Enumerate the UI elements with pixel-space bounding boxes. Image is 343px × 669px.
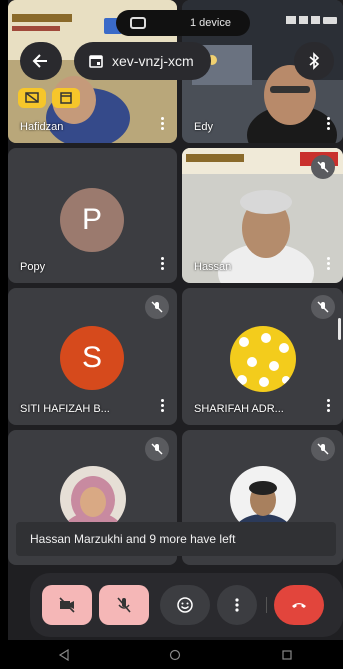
system-status-icons — [286, 16, 337, 24]
participant-name: SHARIFAH ADR... — [194, 403, 284, 415]
meet-screen: 1 device Hafidzan Edy P Popy Hassan S SI… — [8, 0, 343, 669]
avatar — [230, 326, 296, 392]
mic-muted-badge — [311, 295, 335, 319]
avatar: S — [60, 326, 124, 390]
floral-avatar-image — [237, 333, 290, 387]
participant-name: Popy — [20, 261, 46, 273]
calendar-icon — [89, 55, 103, 68]
more-options-icon[interactable] — [327, 117, 331, 131]
more-options-icon[interactable] — [161, 399, 165, 413]
battery-icon — [323, 16, 337, 24]
nav-back-icon[interactable] — [58, 648, 70, 661]
reactions-button[interactable] — [160, 585, 210, 625]
mic-muted-badge — [311, 155, 335, 179]
audio-output-button[interactable] — [294, 42, 334, 80]
more-options-icon[interactable] — [327, 257, 331, 271]
cast-icon — [130, 17, 146, 29]
toast-message: Hassan Marzukhi and 9 more have left — [30, 532, 236, 546]
meeting-code-pill[interactable]: xev-vnzj-xcm — [74, 42, 211, 80]
hang-up-icon — [292, 603, 306, 608]
mic-off-icon — [317, 161, 329, 173]
more-options-button[interactable] — [217, 585, 257, 625]
window-icon — [52, 88, 80, 108]
participant-name: SITI HAFIZAH B... — [20, 403, 110, 415]
signal-icon — [286, 16, 296, 24]
scrollbar[interactable] — [338, 318, 341, 340]
participant-tile-hassan[interactable]: Hassan — [182, 148, 343, 283]
wifi-icon — [311, 16, 320, 24]
status-bar: 1 device — [8, 0, 343, 40]
call-controls-bar — [30, 573, 343, 637]
meeting-code: xev-vnzj-xcm — [112, 53, 194, 69]
camera-toggle-button[interactable] — [42, 585, 92, 625]
mic-muted-badge — [145, 437, 169, 461]
nav-recents-icon[interactable] — [281, 649, 293, 661]
participant-name: Hassan — [194, 261, 232, 273]
connected-devices-pill[interactable]: 1 device — [116, 10, 250, 36]
emoji-icon — [177, 597, 193, 613]
more-options-icon[interactable] — [327, 399, 331, 413]
avatar-initial: P — [81, 203, 102, 236]
arrow-left-icon — [32, 54, 47, 68]
more-options-icon[interactable] — [161, 117, 165, 131]
back-button[interactable] — [20, 42, 62, 80]
mic-off-icon — [151, 301, 163, 313]
volte-icon — [299, 16, 308, 24]
system-navigation-bar — [8, 640, 343, 669]
nav-home-icon[interactable] — [169, 649, 181, 661]
participant-tile-siti[interactable]: S SITI HAFIZAH B... — [8, 288, 177, 425]
more-vert-icon — [235, 598, 239, 612]
mic-toggle-button[interactable] — [99, 585, 149, 625]
participant-tile-popy[interactable]: P Popy — [8, 148, 177, 283]
controls-divider — [266, 597, 267, 613]
participant-name: Hafidzan — [20, 121, 64, 133]
more-options-icon[interactable] — [161, 257, 165, 271]
mic-off-icon — [151, 443, 163, 455]
avatar-initial: S — [81, 341, 102, 374]
mic-off-icon — [317, 301, 329, 313]
avatar: P — [60, 188, 124, 252]
end-call-button[interactable] — [274, 585, 324, 625]
mic-off-icon — [317, 443, 329, 455]
mic-muted-badge — [145, 295, 169, 319]
camera-off-icon — [59, 597, 75, 613]
device-count-label: 1 device — [190, 17, 231, 29]
participant-name: Edy — [194, 121, 213, 133]
screen-share-icon — [18, 88, 46, 108]
bluetooth-icon — [309, 52, 320, 70]
participants-left-toast: Hassan Marzukhi and 9 more have left — [16, 522, 336, 556]
participant-tile-sharifah[interactable]: SHARIFAH ADR... — [182, 288, 343, 425]
mic-off-icon — [117, 597, 131, 613]
mic-muted-badge — [311, 437, 335, 461]
